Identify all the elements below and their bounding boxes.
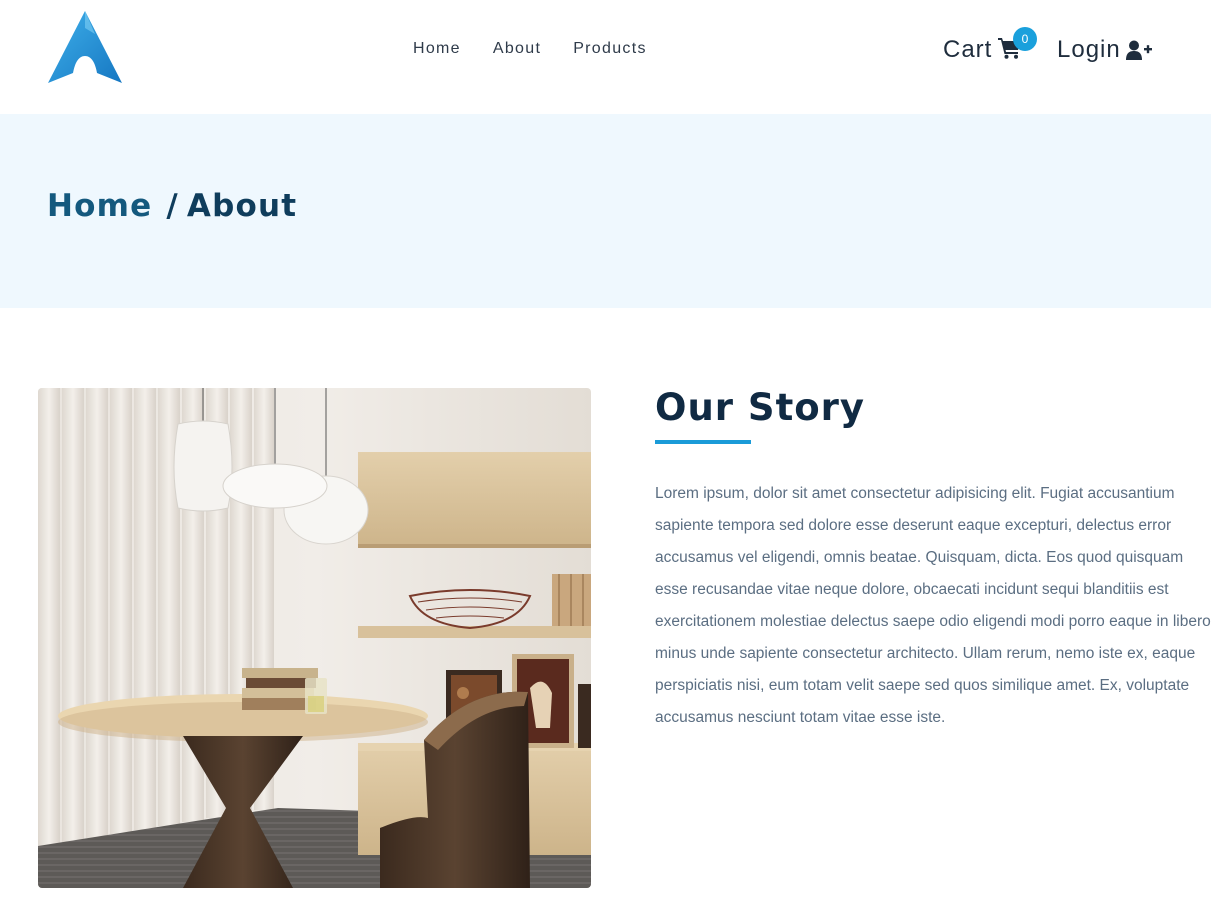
- user-plus-icon: [1125, 40, 1152, 60]
- cart-button[interactable]: Cart 0: [943, 27, 1037, 64]
- site-header: Home About Products Cart 0 Login: [0, 0, 1211, 114]
- cart-label: Cart: [943, 36, 993, 63]
- nav-link-about[interactable]: About: [493, 40, 541, 58]
- login-label: Login: [1057, 36, 1121, 63]
- breadcrumb: Home / About: [47, 188, 297, 224]
- breadcrumb-separator: /: [166, 188, 179, 224]
- cart-count-badge: 0: [1013, 27, 1037, 51]
- arch-logo-icon[interactable]: [47, 10, 123, 84]
- login-button[interactable]: Login: [1057, 36, 1152, 64]
- story-title: Our Story: [655, 386, 866, 429]
- breadcrumb-current: About: [186, 188, 298, 224]
- nav-link-home[interactable]: Home: [413, 40, 461, 58]
- main-nav: Home About Products: [413, 40, 679, 58]
- title-underline: [655, 440, 751, 444]
- page-banner: Home / About: [0, 114, 1211, 308]
- story-body-text: Lorem ipsum, dolor sit amet consectetur …: [655, 485, 1211, 726]
- interior-dining-room-photo: [38, 388, 591, 888]
- breadcrumb-home-link[interactable]: Home: [47, 188, 152, 224]
- nav-link-products[interactable]: Products: [573, 40, 647, 58]
